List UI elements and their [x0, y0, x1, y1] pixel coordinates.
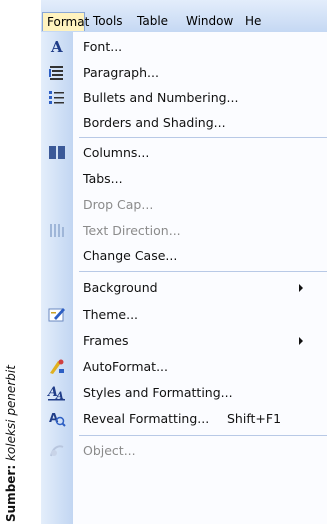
menu-item-font[interactable]: A Font... [41, 34, 327, 59]
caption-label: Sumber: [4, 464, 18, 522]
menu-item-drop-cap: Drop Cap... [41, 192, 327, 217]
menu-help[interactable]: He [245, 12, 261, 31]
menu-item-label: AutoFormat... [83, 359, 168, 374]
submenu-arrow-icon [299, 337, 303, 345]
font-a-icon: A [47, 37, 67, 56]
menu-item-borders-shading[interactable]: Borders and Shading... [41, 110, 327, 135]
menu-item-object: Object... [41, 438, 327, 463]
autoformat-icon [47, 357, 67, 376]
menu-separator [79, 271, 327, 272]
menu-item-label: Background [83, 280, 158, 295]
paragraph-icon [47, 63, 67, 82]
menu-item-tabs[interactable]: Tabs... [41, 166, 327, 191]
menu-item-label: Change Case... [83, 248, 178, 263]
menu-bar: Format Tools Table Window He [41, 0, 327, 33]
menu-item-reveal-formatting[interactable]: A Reveal Formatting... Shift+F1 [41, 406, 327, 431]
menu-item-change-case[interactable]: Change Case... [41, 243, 327, 268]
menu-separator [79, 137, 327, 138]
format-dropdown-menu: A Font... Paragraph... Bullets and Numbe… [41, 32, 327, 524]
menu-item-label: Font... [83, 39, 123, 54]
menu-item-label: Borders and Shading... [83, 115, 226, 130]
menu-item-label: Tabs... [83, 171, 123, 186]
menu-window[interactable]: Window [186, 12, 233, 31]
object-icon [47, 441, 67, 460]
menu-item-text-direction: Text Direction... [41, 218, 327, 243]
menu-item-label: Paragraph... [83, 65, 159, 80]
menu-item-frames[interactable]: Frames [41, 328, 327, 353]
menu-format[interactable]: Format [42, 12, 89, 31]
menu-item-styles-formatting[interactable]: AA Styles and Formatting... [41, 380, 327, 405]
menu-item-label: Drop Cap... [83, 197, 154, 212]
shortcut-label: Shift+F1 [227, 411, 282, 426]
word-format-menu-screenshot: Format Tools Table Window He A Font... P… [41, 0, 327, 524]
menu-item-label: Frames [83, 333, 129, 348]
menu-tools[interactable]: Tools [93, 12, 123, 31]
menu-table[interactable]: Table [137, 12, 168, 31]
menu-item-background[interactable]: Background [41, 275, 327, 300]
reveal-formatting-icon: A [47, 409, 67, 428]
menu-item-bullets-numbering[interactable]: Bullets and Numbering... [41, 85, 327, 110]
menu-item-columns[interactable]: Columns... [41, 140, 327, 165]
menu-item-label: Columns... [83, 145, 150, 160]
columns-icon [47, 143, 67, 162]
menu-item-label: Styles and Formatting... [83, 385, 233, 400]
menu-item-label: Theme... [83, 307, 139, 322]
menu-separator [79, 435, 327, 436]
source-caption: Sumber: koleksi penerbit [4, 312, 18, 522]
menu-item-label: Bullets and Numbering... [83, 90, 239, 105]
menu-item-label: Text Direction... [83, 223, 181, 238]
theme-icon [47, 305, 67, 324]
menu-item-autoformat[interactable]: AutoFormat... [41, 354, 327, 379]
menu-item-theme[interactable]: Theme... [41, 302, 327, 327]
styles-icon: AA [46, 383, 67, 402]
svg-text:A: A [50, 38, 63, 56]
submenu-arrow-icon [299, 284, 303, 292]
text-direction-icon [47, 221, 67, 240]
caption-text: koleksi penerbit [4, 365, 18, 462]
menu-item-label: Reveal Formatting... [83, 411, 210, 426]
bullets-icon [47, 88, 67, 107]
menu-item-paragraph[interactable]: Paragraph... [41, 60, 327, 85]
menu-item-label: Object... [83, 443, 136, 458]
